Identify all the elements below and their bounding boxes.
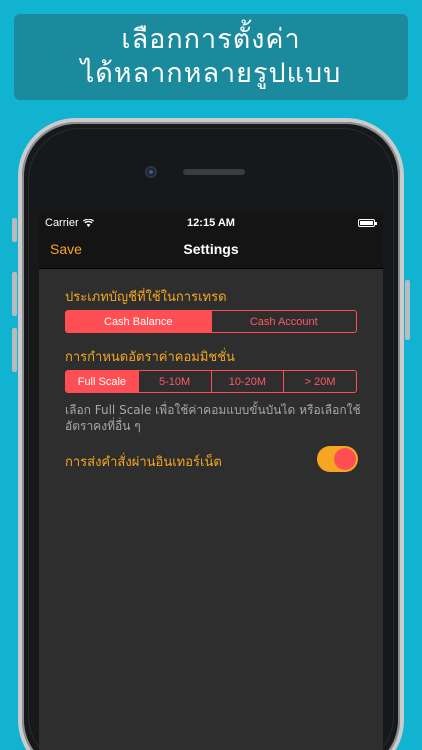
segment-cash-balance[interactable]: Cash Balance — [66, 311, 211, 332]
segment-10-20m[interactable]: 10-20M — [210, 371, 284, 392]
segment-5-10m[interactable]: 5-10M — [137, 371, 211, 392]
toggle-knob — [334, 448, 356, 470]
banner-line-1: เลือกการตั้งค่า — [121, 24, 301, 55]
account-type-label: ประเภทบัญชีที่ใช้ในการเทรด — [65, 290, 227, 305]
volume-up-button — [12, 272, 17, 316]
battery-icon — [358, 219, 377, 227]
navigation-bar: Save Settings — [39, 233, 383, 269]
segment-cash-account[interactable]: Cash Account — [210, 311, 357, 332]
status-time: 12:15 AM — [187, 217, 235, 229]
status-bar: Carrier 12:15 AM — [39, 213, 383, 233]
account-type-segmented-control: Cash Balance Cash Account — [65, 310, 357, 333]
internet-order-toggle[interactable] — [317, 446, 358, 472]
internet-order-label: การส่งคำสั่งผ่านอินเทอร์เน็ต — [65, 455, 222, 470]
front-camera-icon — [145, 166, 157, 178]
commission-help-text: เลือก Full Scale เพื่อใช้ค่าคอมแบบขั้นบั… — [65, 403, 361, 433]
mute-switch — [12, 218, 17, 242]
power-button — [405, 280, 410, 340]
segment-over-20m[interactable]: > 20M — [283, 371, 356, 392]
app-screen: Carrier 12:15 AM Save Settings ประเภทบัญ… — [39, 213, 383, 750]
banner-line-2: ได้หลากหลายรูปแบบ — [80, 58, 342, 89]
segment-full-scale[interactable]: Full Scale — [66, 371, 138, 392]
earpiece-speaker — [183, 169, 245, 175]
promo-banner: เลือกการตั้งค่า ได้หลากหลายรูปแบบ — [14, 14, 408, 100]
commission-segmented-control: Full Scale 5-10M 10-20M > 20M — [65, 370, 357, 393]
page-title: Settings — [183, 241, 239, 257]
commission-label: การกำหนดอัตราค่าคอมมิชชั่น — [65, 350, 235, 365]
volume-down-button — [12, 328, 17, 372]
